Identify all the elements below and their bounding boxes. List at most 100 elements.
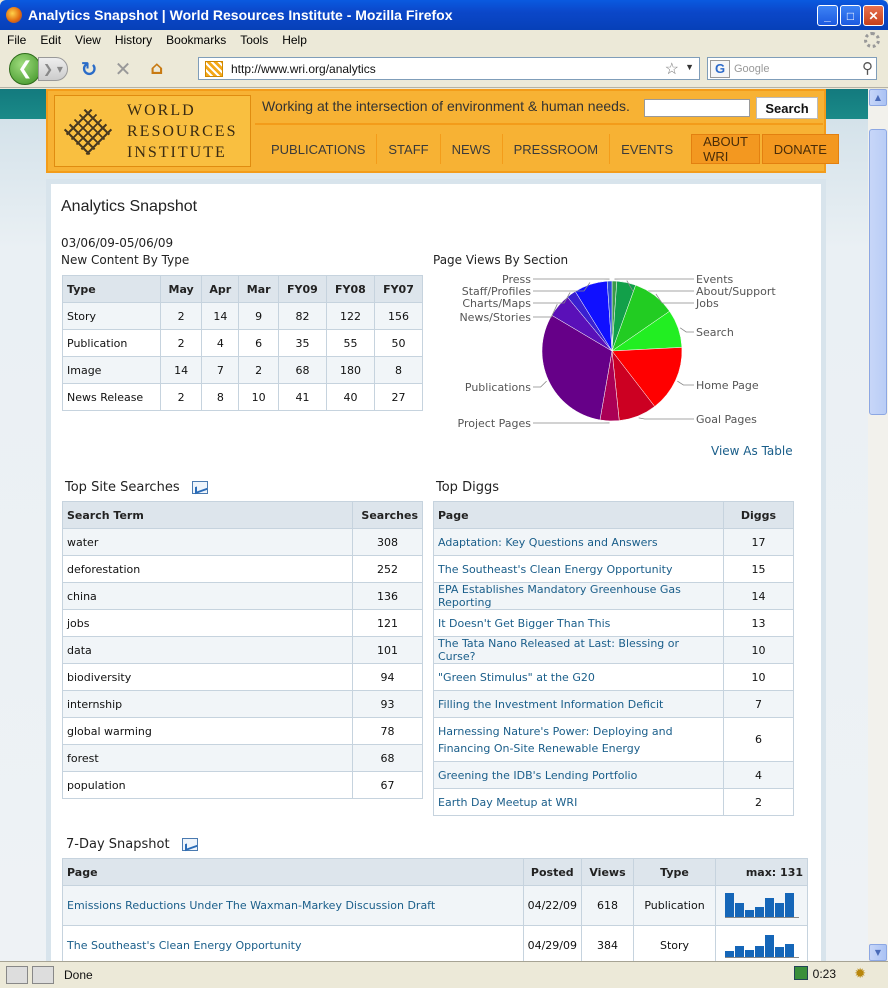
nav-publications[interactable]: PUBLICATIONS — [255, 134, 378, 164]
snapshot-heading: 7-Day Snapshot — [66, 837, 170, 852]
logo-line-3: INSTITUTE — [127, 143, 227, 161]
google-icon[interactable]: G — [710, 59, 730, 78]
menu-help[interactable]: Help — [275, 33, 314, 47]
search-magnifier-icon[interactable]: ⚲ — [862, 59, 873, 77]
cell: 384 — [581, 925, 634, 961]
home-button[interactable]: ⌂ — [144, 56, 170, 82]
menu-edit[interactable]: Edit — [33, 33, 68, 47]
sparkline-bar — [744, 949, 754, 957]
pie-label-charts-maps: Charts/Maps — [462, 297, 531, 310]
page-title: Analytics Snapshot — [61, 198, 198, 215]
status-keyboard-icon[interactable] — [32, 966, 54, 984]
snapshot-table: Page Posted Views Type max: 131 Emission… — [62, 858, 808, 961]
top-diggs-heading: Top Diggs — [436, 480, 499, 495]
digg-link[interactable]: Filling the Investment Information Defic… — [433, 690, 724, 718]
table-row: Adaptation: Key Questions and Answers 17 — [433, 528, 794, 556]
search-engine-box[interactable]: G Google ⚲ — [707, 57, 877, 80]
nav-events[interactable]: EVENTS — [610, 134, 689, 164]
close-button[interactable]: ✕ — [863, 5, 884, 26]
back-button[interactable]: ❮ — [9, 52, 41, 85]
pie-label-news-stories: News/Stories — [459, 311, 531, 324]
url-bar[interactable]: http://www.wri.org/analytics ☆ ▼ — [198, 57, 700, 80]
table-row: china 136 — [62, 582, 423, 610]
table-row: water 308 — [62, 528, 423, 556]
site-search-button[interactable]: Search — [756, 97, 818, 119]
col-page: Page — [62, 858, 524, 886]
trend-chart-icon[interactable] — [191, 481, 208, 494]
url-dropdown-icon[interactable]: ▼ — [685, 62, 694, 72]
nav-about-wri[interactable]: ABOUT WRI — [691, 134, 760, 164]
reload-button[interactable]: ↻ — [76, 56, 102, 82]
trend-chart-icon[interactable] — [181, 838, 198, 851]
menu-history[interactable]: History — [108, 33, 159, 47]
status-tool-icon[interactable] — [6, 966, 28, 984]
menubar: File Edit View History Bookmarks Tools H… — [0, 30, 888, 50]
pie-leader-goal-pages — [638, 417, 694, 420]
top-searches-heading: Top Site Searches — [65, 480, 180, 495]
table-row: Harnessing Nature's Power: Deploying and… — [433, 717, 794, 762]
digg-link[interactable]: Harnessing Nature's Power: Deploying and… — [433, 717, 724, 762]
cell: News Release — [62, 383, 161, 411]
cell: 8 — [201, 383, 240, 411]
nav-news[interactable]: NEWS — [441, 134, 503, 164]
nav-staff[interactable]: STAFF — [377, 134, 441, 164]
digg-link[interactable]: Earth Day Meetup at WRI — [433, 788, 724, 816]
cell: 17 — [723, 528, 794, 556]
digg-link[interactable]: EPA Establishes Mandatory Greenhouse Gas… — [433, 582, 724, 610]
snapshot-link[interactable]: The Southeast's Clean Energy Opportunity — [62, 925, 524, 961]
cell: 2 — [238, 356, 279, 384]
digg-link[interactable]: The Southeast's Clean Energy Opportunity — [433, 555, 724, 583]
menu-bookmarks[interactable]: Bookmarks — [159, 33, 233, 47]
pie-label-publications: Publications — [465, 381, 531, 394]
table-row: The Southeast's Clean Energy Opportunity… — [62, 925, 808, 961]
cell: internship — [62, 690, 353, 718]
digg-link[interactable]: The Tata Nano Released at Last: Blessing… — [433, 636, 724, 664]
forward-button[interactable]: ❯ ▾ — [38, 56, 68, 81]
nav-donate[interactable]: DONATE — [761, 134, 839, 164]
pie-label-jobs: Jobs — [695, 297, 719, 310]
pie-label-staff-profiles: Staff/Profiles — [462, 285, 532, 298]
menu-tools[interactable]: Tools — [233, 33, 275, 47]
col-views: Views — [581, 858, 634, 886]
main-nav: PUBLICATIONS STAFF NEWS PRESSROOM EVENTS… — [255, 129, 839, 169]
maximize-button[interactable]: □ — [840, 5, 861, 26]
cell: 10 — [238, 383, 279, 411]
site-search-input[interactable] — [644, 99, 750, 117]
sparkline-bar — [774, 947, 784, 957]
firebug-icon[interactable]: ✹ — [854, 965, 866, 982]
wri-logo[interactable]: WORLD RESOURCES INSTITUTE — [54, 95, 251, 167]
bookmark-star-icon[interactable]: ☆ — [665, 59, 679, 79]
vertical-scrollbar[interactable]: ▲ ▼ — [868, 89, 888, 961]
col-page: Page — [433, 501, 724, 529]
cell: 136 — [352, 582, 423, 610]
digg-link[interactable]: Greening the IDB's Lending Portfolio — [433, 761, 724, 789]
col-searches: Searches — [352, 501, 423, 529]
nav-pressroom[interactable]: PRESSROOM — [503, 134, 611, 164]
table-row: "Green Stimulus" at the G20 10 — [433, 663, 794, 691]
table-row: data 101 — [62, 636, 423, 664]
cell: 156 — [373, 302, 424, 330]
digg-link[interactable]: "Green Stimulus" at the G20 — [433, 663, 724, 691]
cell: 9 — [238, 302, 279, 330]
scroll-down-icon[interactable]: ▼ — [869, 944, 887, 961]
cell: 618 — [581, 885, 634, 926]
navigation-toolbar: ❮ ❯ ▾ ↻ ✕ ⌂ http://www.wri.org/analytics… — [0, 50, 888, 88]
cell: 35 — [277, 329, 327, 357]
scroll-thumb[interactable] — [869, 129, 887, 415]
cell: forest — [62, 744, 353, 772]
cell: 82 — [277, 302, 327, 330]
digg-link[interactable]: It Doesn't Get Bigger Than This — [433, 609, 724, 637]
cell: 122 — [325, 302, 375, 330]
stop-button[interactable]: ✕ — [110, 56, 136, 82]
menu-view[interactable]: View — [68, 33, 108, 47]
view-as-table-link[interactable]: View As Table — [711, 444, 793, 458]
sparkline-bar — [784, 943, 794, 957]
menu-file[interactable]: File — [0, 33, 33, 47]
minimize-button[interactable]: _ — [817, 5, 838, 26]
sparkline-bar — [734, 946, 744, 957]
firefox-icon — [6, 7, 22, 23]
digg-link[interactable]: Adaptation: Key Questions and Answers — [433, 528, 724, 556]
col-mar: Mar — [238, 275, 279, 303]
scroll-up-icon[interactable]: ▲ — [869, 89, 887, 106]
snapshot-link[interactable]: Emissions Reductions Under The Waxman-Ma… — [62, 885, 524, 926]
